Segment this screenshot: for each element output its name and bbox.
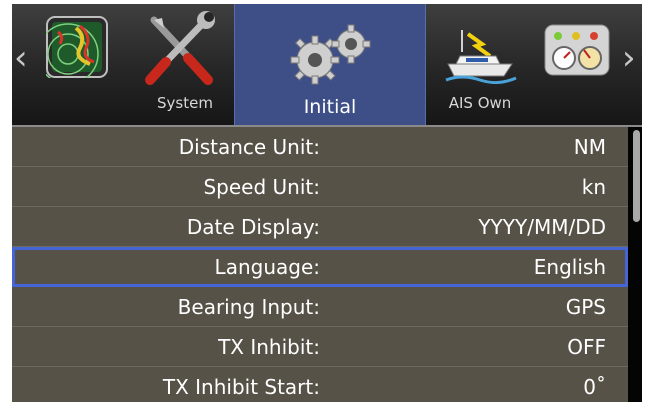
setting-row-tx-inhibit[interactable]: TX Inhibit: OFF xyxy=(12,327,628,367)
setting-label: TX Inhibit: xyxy=(218,335,320,359)
setting-label: Distance Unit: xyxy=(178,135,320,159)
tab-system[interactable]: System xyxy=(136,4,234,125)
tab-initial-label: Initial xyxy=(303,96,357,118)
setting-label: Language: xyxy=(214,255,320,279)
setting-value: OFF xyxy=(567,335,606,359)
ship-icon xyxy=(442,24,520,88)
setting-value: 0˚ xyxy=(583,375,606,399)
setting-value: NM xyxy=(573,135,606,159)
next-tab-arrow[interactable]: › xyxy=(622,38,636,78)
tab-bar: ‹ System Initial AIS Own › xyxy=(12,4,642,125)
tools-icon xyxy=(144,10,216,92)
setting-label: TX Inhibit Start: xyxy=(162,375,320,399)
settings-screen: ‹ System Initial AIS Own › Distance Unit… xyxy=(12,4,642,402)
gears-icon xyxy=(285,22,375,90)
setting-row-distance-unit[interactable]: Distance Unit: NM xyxy=(12,127,628,167)
tab-radar[interactable] xyxy=(36,4,136,125)
settings-list: Distance Unit: NM Speed Unit: kn Date Di… xyxy=(12,125,642,402)
tab-ais-own[interactable]: AIS Own xyxy=(424,4,536,125)
tab-system-label: System xyxy=(157,94,213,112)
setting-value: kn xyxy=(581,175,606,199)
setting-row-date-display[interactable]: Date Display: YYYY/MM/DD xyxy=(12,207,628,247)
setting-label: Date Display: xyxy=(186,215,320,239)
setting-row-speed-unit[interactable]: Speed Unit: kn xyxy=(12,167,628,207)
setting-row-language[interactable]: Language: English xyxy=(12,247,628,287)
gauges-icon xyxy=(544,24,610,80)
setting-value: GPS xyxy=(565,295,606,319)
tab-ais-own-label: AIS Own xyxy=(448,94,512,112)
scrollbar[interactable] xyxy=(628,127,642,402)
setting-label: Bearing Input: xyxy=(177,295,320,319)
prev-tab-arrow[interactable]: ‹ xyxy=(14,38,28,78)
scrollbar-thumb[interactable] xyxy=(633,130,640,222)
setting-row-tx-inhibit-start[interactable]: TX Inhibit Start: 0˚ xyxy=(12,367,628,402)
tab-initial[interactable]: Initial xyxy=(234,4,426,125)
setting-value: English xyxy=(533,255,606,279)
setting-value: YYYY/MM/DD xyxy=(478,215,606,239)
radar-icon xyxy=(37,16,108,85)
tab-gauges[interactable] xyxy=(536,4,618,125)
setting-label: Speed Unit: xyxy=(203,175,320,199)
setting-row-bearing-input[interactable]: Bearing Input: GPS xyxy=(12,287,628,327)
